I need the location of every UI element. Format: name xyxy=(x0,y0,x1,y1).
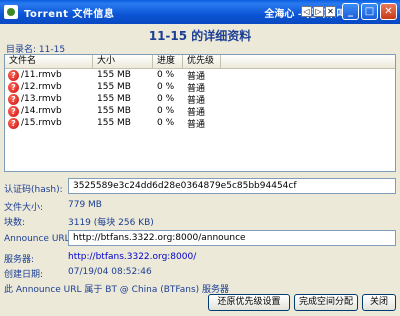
file-size: 155 MB xyxy=(97,94,131,104)
file-row[interactable]: ?/11.rmvb 155 MB 0 % 普通 xyxy=(5,69,395,82)
file-name: /12.rmvb xyxy=(21,82,62,92)
question-icon: ? xyxy=(8,105,19,117)
blocks-value: 3119 (每块 256 KB) xyxy=(68,218,154,228)
small-close-icon[interactable]: ✕ xyxy=(325,6,336,17)
question-icon: ? xyxy=(8,69,19,81)
column-header-size[interactable]: 大小 xyxy=(93,55,153,68)
question-icon: ? xyxy=(8,93,19,105)
app-icon xyxy=(4,5,18,19)
file-name: /15.rmvb xyxy=(21,118,62,128)
hash-label: 认证码(hash): xyxy=(4,185,63,195)
file-size: 155 MB xyxy=(97,70,131,80)
announce-url-field[interactable]: http://btfans.3322.org:8000/announce xyxy=(68,230,396,246)
finish-allocation-button[interactable]: 完成空间分配 xyxy=(294,294,358,311)
file-name: /13.rmvb xyxy=(21,94,62,104)
server-link[interactable]: http://btfans.3322.org:8000/ xyxy=(68,252,196,262)
maximize-button[interactable]: □ xyxy=(361,3,378,20)
close-window-button[interactable]: ✕ xyxy=(380,3,397,20)
file-row[interactable]: ?/14.rmvb 155 MB 0 % 普通 xyxy=(5,105,395,118)
column-header-name[interactable]: 文件名 xyxy=(5,55,93,68)
close-button[interactable]: 关闭 xyxy=(362,294,396,311)
file-name: /11.rmvb xyxy=(21,70,62,80)
tiny-button-group: ◁ ▷ ✕ xyxy=(301,6,336,17)
title-bar[interactable]: Torrent 文件信息 全海心 – 把耳朵叫醒 ◁ ▷ ✕ _ □ ✕ xyxy=(0,0,400,24)
file-progress: 0 % xyxy=(157,94,175,104)
file-list-header: 文件名 大小 进度 优先级 xyxy=(5,55,395,69)
file-size: 155 MB xyxy=(97,118,131,128)
hash-field[interactable]: 3525589e3c24dd6d28e0364879e5c85bb94454cf xyxy=(68,178,396,194)
file-name: /14.rmvb xyxy=(21,106,62,116)
created-value: 07/19/04 08:52:46 xyxy=(68,267,152,277)
file-priority: 普通 xyxy=(187,119,206,130)
file-row[interactable]: ?/15.rmvb 155 MB 0 % 普通 xyxy=(5,117,395,130)
prev-icon[interactable]: ◁ xyxy=(301,6,312,17)
window-title: Torrent 文件信息 xyxy=(24,8,115,20)
server-label: 服务器: xyxy=(4,255,35,265)
next-icon[interactable]: ▷ xyxy=(313,6,324,17)
reset-priority-button[interactable]: 还原优先级设置 xyxy=(208,294,290,311)
question-icon: ? xyxy=(8,81,19,93)
file-size-value: 779 MB xyxy=(68,200,102,210)
file-row[interactable]: ?/13.rmvb 155 MB 0 % 普通 xyxy=(5,93,395,106)
blocks-label: 块数: xyxy=(4,218,26,228)
announce-label: Announce URL: xyxy=(4,234,73,244)
file-size-label: 文件大小: xyxy=(4,203,44,213)
file-progress: 0 % xyxy=(157,70,175,80)
file-size: 155 MB xyxy=(97,106,131,116)
file-progress: 0 % xyxy=(157,106,175,116)
file-row[interactable]: ?/12.rmvb 155 MB 0 % 普通 xyxy=(5,81,395,94)
created-label: 创建日期: xyxy=(4,270,44,280)
minimize-button[interactable]: _ xyxy=(342,3,359,20)
file-progress: 0 % xyxy=(157,82,175,92)
question-icon: ? xyxy=(8,117,19,129)
announce-note: 此 Announce URL 属于 BT @ China (BTFans) 服务… xyxy=(4,285,230,295)
file-progress: 0 % xyxy=(157,118,175,128)
column-header-progress[interactable]: 进度 xyxy=(153,55,183,68)
file-list[interactable]: 文件名 大小 进度 优先级 ?/11.rmvb 155 MB 0 % 普通 ? /… xyxy=(4,54,396,172)
file-size: 155 MB xyxy=(97,82,131,92)
column-header-priority[interactable]: 优先级 xyxy=(183,55,221,68)
